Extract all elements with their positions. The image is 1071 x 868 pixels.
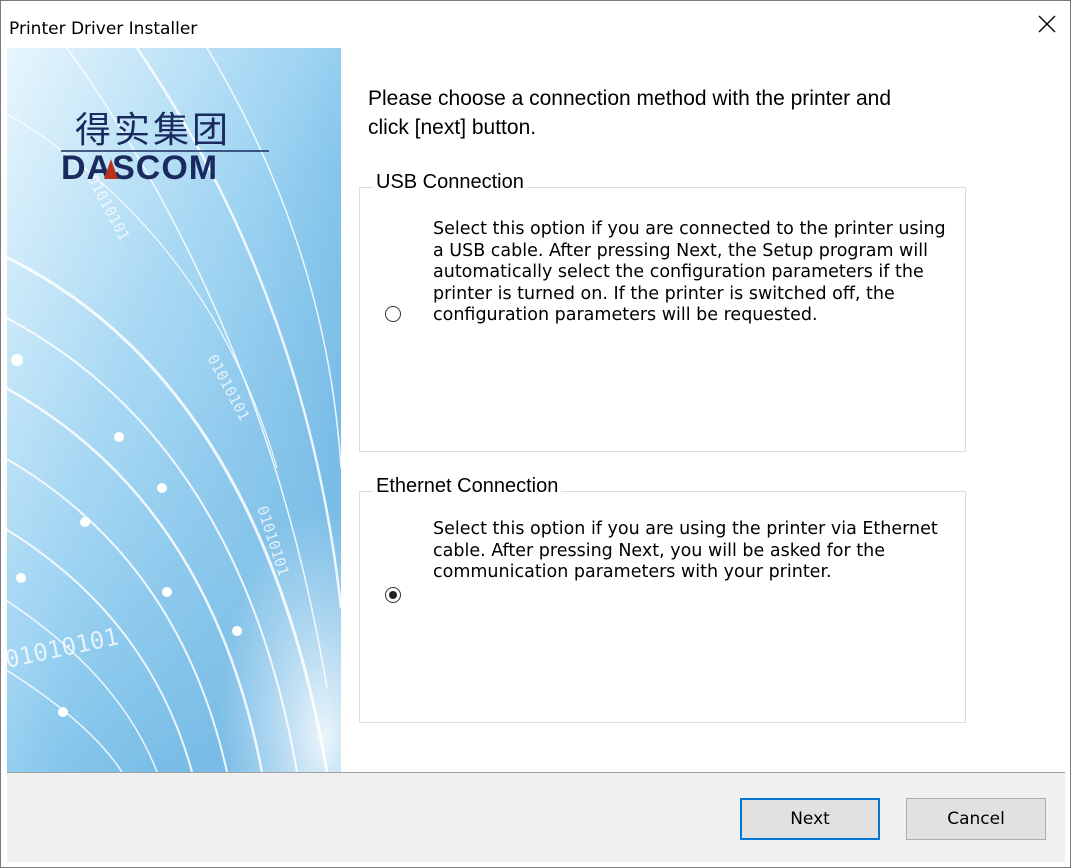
installer-window: Printer Driver Installer 01010101 010101… — [0, 0, 1071, 868]
usb-connection-radio[interactable] — [385, 306, 401, 322]
usb-connection-group: USB Connection Select this option if you… — [359, 171, 966, 452]
ethernet-connection-radio[interactable] — [385, 587, 401, 603]
window-title: Printer Driver Installer — [9, 19, 198, 39]
banner-graphic: 01010101 01010101 01010101 01010101 得实集团… — [7, 48, 341, 772]
close-button[interactable] — [1024, 1, 1070, 47]
main-content: Please choose a connection method with t… — [341, 48, 1065, 772]
usb-connection-description: Select this option if you are connected … — [433, 219, 946, 325]
usb-connection-legend: USB Connection — [373, 171, 527, 194]
brand-banner: 01010101 01010101 01010101 01010101 得实集团… — [7, 48, 341, 772]
ethernet-connection-group: Ethernet Connection Select this option i… — [359, 475, 966, 723]
logo-chinese: 得实集团 — [75, 110, 231, 151]
footer-bar: Next Cancel — [7, 773, 1065, 862]
radio-selected-dot-icon — [389, 591, 397, 599]
ethernet-connection-legend: Ethernet Connection — [373, 475, 562, 498]
logo-brand: DASCOM — [61, 149, 218, 187]
ethernet-connection-description: Select this option if you are using the … — [433, 519, 938, 582]
close-icon — [1038, 15, 1056, 33]
instruction-text: Please choose a connection method with t… — [368, 87, 892, 139]
title-bar: Printer Driver Installer — [1, 1, 1070, 47]
cancel-button[interactable]: Cancel — [906, 798, 1046, 840]
next-button[interactable]: Next — [740, 798, 880, 840]
